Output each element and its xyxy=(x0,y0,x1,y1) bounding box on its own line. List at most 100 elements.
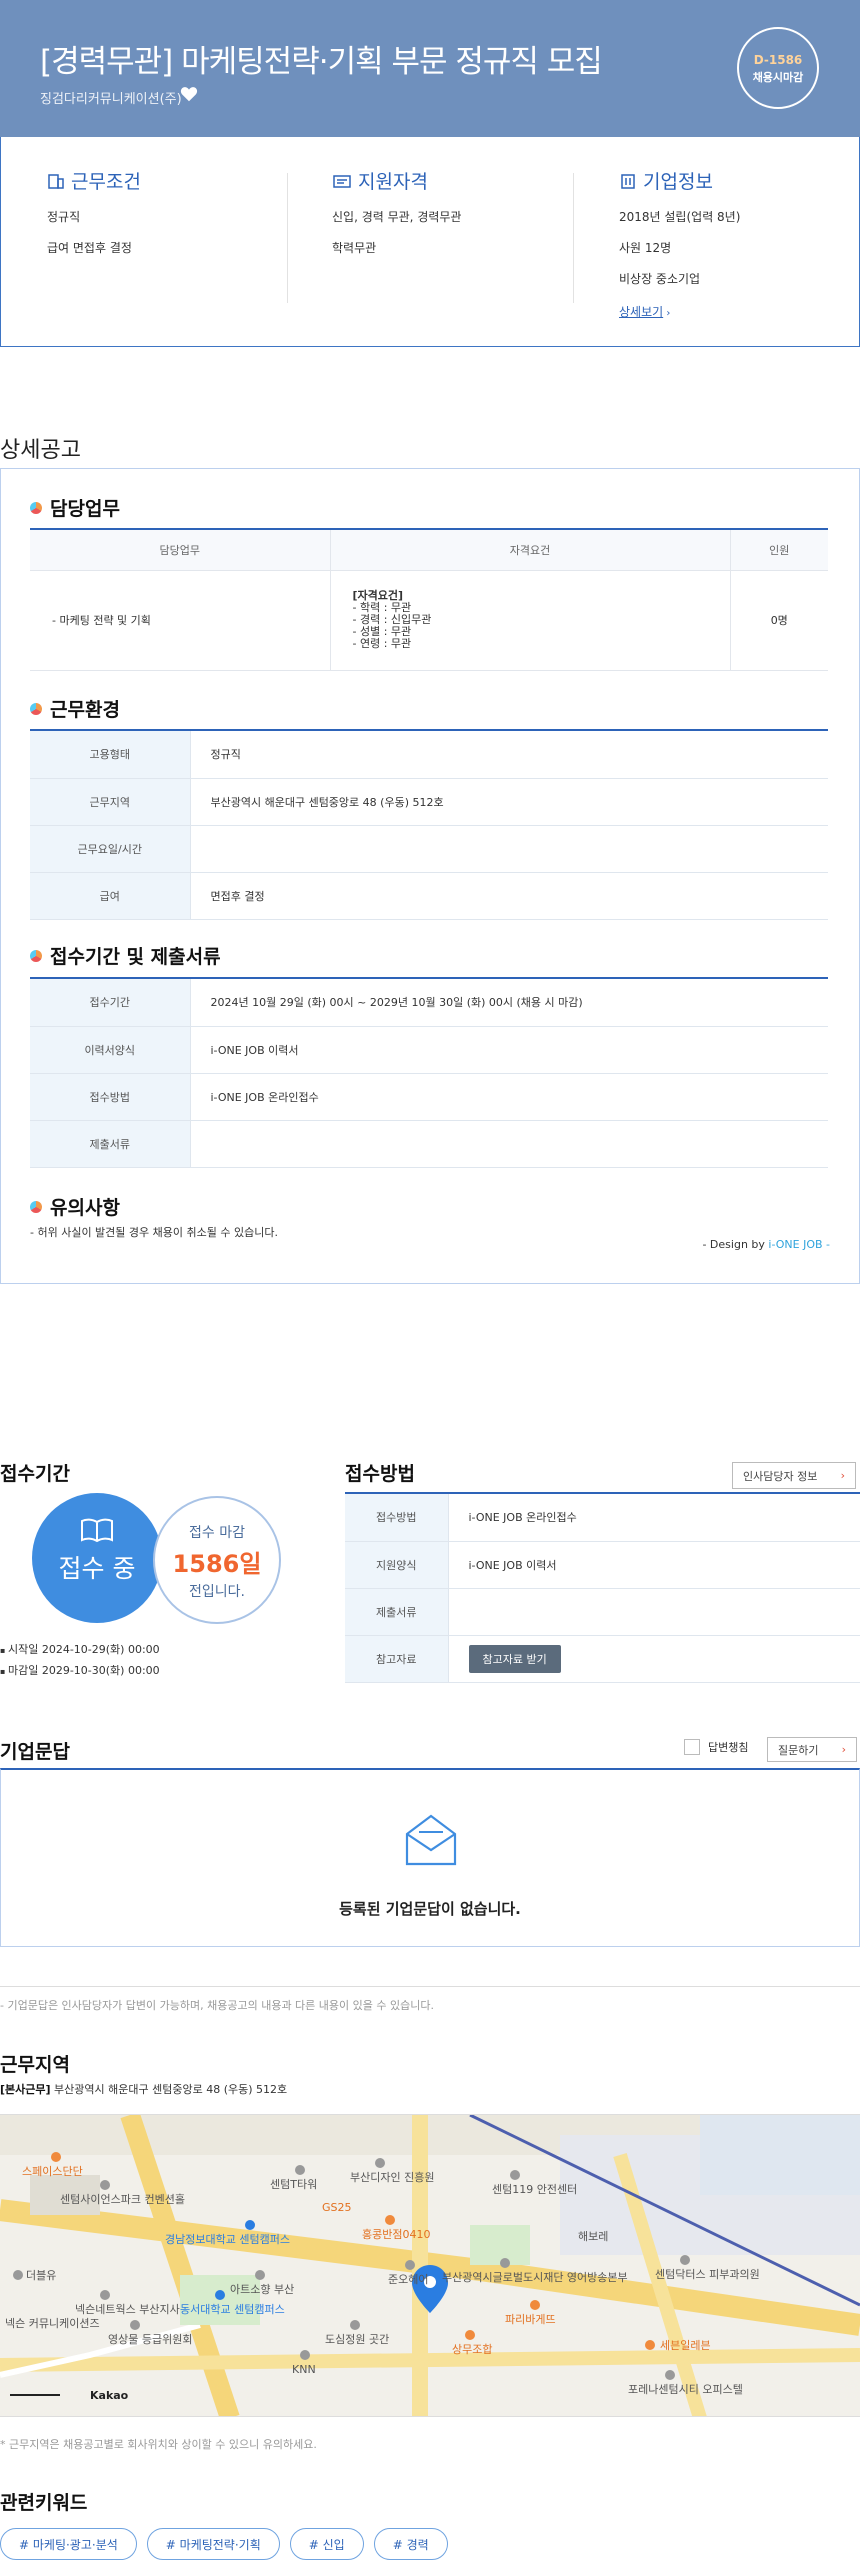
duties-title: 담당업무 xyxy=(50,498,120,520)
office-icon xyxy=(621,173,635,189)
map-label: 영상물 등급위원회 xyxy=(108,2333,192,2346)
documents-heading: 접수기간 및 제출서류 xyxy=(30,942,221,969)
deadline-circle: 접수 마감 1586일 전입니다. xyxy=(153,1496,281,1624)
building-icon xyxy=(48,173,64,189)
row-value xyxy=(190,825,828,873)
map-label: 센텀닥터스 피부과의원 xyxy=(655,2268,760,2281)
map-label: 스페이스단단 xyxy=(22,2165,83,2178)
company-name[interactable]: 징검다리커뮤니케이션(주) xyxy=(40,88,182,107)
map-label: GS25 xyxy=(322,2201,352,2214)
bullet-icon xyxy=(30,702,42,715)
location-address: [본사근무] 부산광역시 해운대구 센텀중앙로 48 (우동) 512호 xyxy=(0,2081,287,2097)
id-card-icon xyxy=(333,174,351,188)
map-label: 동서대학교 센텀캠퍼스 xyxy=(180,2303,285,2316)
dday-label: 채용시마감 xyxy=(752,71,804,84)
book-icon xyxy=(81,1518,113,1543)
location-map[interactable]: 스페이스단단 센텀사이언스파크 컨벤션홀 센텀T타워 부산디자인 진흥원 경남정… xyxy=(0,2114,860,2417)
row-value xyxy=(190,1120,828,1168)
divider xyxy=(0,1986,860,1987)
table-row: 참고자료 참고자료 받기 xyxy=(345,1635,860,1683)
map-label: 포레나센텀시티 오피스텔 xyxy=(628,2383,743,2396)
row-value: i-ONE JOB 온라인접수 xyxy=(448,1494,860,1542)
map-note: * 근무지역은 채용공고별로 회사위치와 상이할 수 있으니 유의하세요. xyxy=(0,2438,317,2451)
divider xyxy=(573,173,574,303)
ask-question-button[interactable]: 질문하기 › xyxy=(767,1737,857,1762)
requirements-cell: [자격요건] - 학력 : 무관 - 경력 : 신입무관 - 성별 : 무관 -… xyxy=(330,570,731,671)
table-row: 이력서양식 i-ONE JOB 이력서 xyxy=(30,1026,828,1074)
row-value: 정규직 xyxy=(190,731,828,779)
qualifications: 지원자격 신입, 경력 무관, 경력무관 학력무관 xyxy=(332,167,582,270)
job-title: [경력무관] 마케팅전략·기획 부문 정규직 모집 xyxy=(40,44,603,80)
company-info-line: 2018년 설립(업력 8년) xyxy=(619,210,741,224)
map-label: 상무조합 xyxy=(452,2343,492,2356)
apply-period-title: 접수기간 xyxy=(0,1463,70,1485)
table-row: 접수방법 i-ONE JOB 온라인접수 xyxy=(30,1073,828,1121)
duties-table: 담당업무 자격요건 인원 - 마케팅 전략 및 기획 [자격요건] - 학력 :… xyxy=(30,530,828,671)
contact-info-button[interactable]: 인사담당자 정보 › xyxy=(732,1462,856,1489)
qa-empty-message: 등록된 기업문답이 없습니다. xyxy=(339,1900,521,1918)
table-row: 근무지역 부산광역시 해운대구 센텀중앙로 48 (우동) 512호 xyxy=(30,778,828,826)
keyword-list: # 마케팅·광고·분석 # 마케팅전략·기획 # 신입 # 경력 xyxy=(0,2528,448,2560)
row-value: i-ONE JOB 이력서 xyxy=(448,1541,860,1589)
keyword-chip[interactable]: # 경력 xyxy=(373,2528,448,2560)
row-value xyxy=(448,1588,860,1636)
heart-icon[interactable] xyxy=(180,86,198,102)
design-credit: - Design by i-ONE JOB - xyxy=(702,1238,830,1251)
bullet-icon xyxy=(30,1200,42,1213)
dday-count: D-1586 xyxy=(753,53,803,67)
row-label: 제출서류 xyxy=(30,1120,191,1168)
documents-title: 접수기간 및 제출서류 xyxy=(50,946,221,968)
map-label: 부산디자인 진흥원 xyxy=(350,2170,434,2184)
table-row: 제출서류 xyxy=(30,1120,828,1168)
design-prefix: - Design by xyxy=(702,1238,769,1251)
status-text: 접수 중 xyxy=(58,1554,136,1583)
map-label: 아트소향 부산 xyxy=(230,2283,294,2296)
qualification-line: 학력무관 xyxy=(332,241,377,255)
deadline-label: 접수 마감 xyxy=(189,1525,245,1541)
map-label: 해보레 xyxy=(578,2229,608,2243)
job-header: [경력무관] 마케팅전략·기획 부문 정규직 모집 징검다리커뮤니케이션(주) … xyxy=(0,0,860,137)
answered-filter[interactable]: 답변챙침 xyxy=(684,1739,748,1755)
documents-table: 접수기간 2024년 10월 29일 (화) 00시 ~ 2029년 10월 30… xyxy=(30,979,828,1168)
map-label: 센텀T타워 xyxy=(270,2178,317,2191)
answered-checkbox[interactable] xyxy=(684,1739,700,1755)
row-label: 고용형태 xyxy=(30,731,191,779)
col-header: 자격요건 xyxy=(330,530,731,571)
qa-note: - 기업문답은 인사담당자가 답변이 가능하며, 채용공고의 내용과 다른 내용… xyxy=(0,1999,434,2012)
qa-box: 등록된 기업문답이 없습니다. xyxy=(0,1768,860,1947)
duties-heading: 담당업무 xyxy=(30,494,120,521)
envelope-icon xyxy=(405,1814,457,1866)
table-row: 급여 면접후 결정 xyxy=(30,872,828,920)
contact-info-label: 인사담당자 정보 xyxy=(743,1469,818,1483)
bullet-icon: ▪ xyxy=(0,1646,8,1655)
map-label: 경남정보대학교 센텀캠퍼스 xyxy=(165,2233,290,2246)
keywords-title: 관련키워드 xyxy=(0,2492,88,2514)
keyword-chip[interactable]: # 마케팅·광고·분석 xyxy=(0,2528,137,2560)
company-info: 기업정보 2018년 설립(업력 8년) 사원 12명 비상장 중소기업 상세보… xyxy=(619,167,860,320)
company-detail-link[interactable]: 상세보기 xyxy=(619,305,663,319)
dday-badge: D-1586 채용시마감 xyxy=(737,27,819,109)
count-cell: 0명 xyxy=(730,570,828,671)
download-reference-button[interactable]: 참고자료 받기 xyxy=(468,1644,561,1673)
apply-method-table: 접수방법 i-ONE JOB 온라인접수 지원양식 i-ONE JOB 이력서 제출… xyxy=(345,1494,860,1683)
table-row: 접수방법 i-ONE JOB 온라인접수 xyxy=(345,1494,860,1542)
company-info-line: 비상장 중소기업 xyxy=(619,272,701,286)
apply-dates: ▪ 시작일 2024-10-29(화) 00:00 ▪ 마감일 2029-10-… xyxy=(0,1640,160,1682)
chevron-right-icon: › xyxy=(840,1469,845,1482)
address-text: 부산광역시 해운대구 센텀중앙로 48 (우동) 512호 xyxy=(54,2083,288,2096)
bullet-icon xyxy=(30,949,42,962)
col-header: 담당업무 xyxy=(30,530,331,571)
deadline-days: 1586일 xyxy=(172,1550,262,1578)
table-row: 지원양식 i-ONE JOB 이력서 xyxy=(345,1541,860,1589)
duty-cell: - 마케팅 전략 및 기획 xyxy=(30,570,331,671)
map-label: 홍콩반점0410 xyxy=(362,2227,430,2241)
keyword-chip[interactable]: # 신입 xyxy=(289,2528,364,2560)
divider xyxy=(287,173,288,303)
map-label: 센텀사이언스파크 컨벤션홀 xyxy=(60,2193,185,2206)
chevron-right-icon: › xyxy=(841,1743,846,1756)
end-date: 마감일 2029-10-30(화) 00:00 xyxy=(7,1664,160,1677)
work-conditions: 근무조건 정규직 급여 면접후 결정 xyxy=(47,167,297,270)
caution-text: - 허위 사실이 발견될 경우 채용이 취소될 수 있습니다. xyxy=(30,1226,278,1239)
map-graphic[interactable]: 스페이스단단 센텀사이언스파크 컨벤션홀 센텀T타워 부산디자인 진흥원 경남정… xyxy=(0,2115,860,2417)
keyword-chip[interactable]: # 마케팅전략·기획 xyxy=(146,2528,280,2560)
